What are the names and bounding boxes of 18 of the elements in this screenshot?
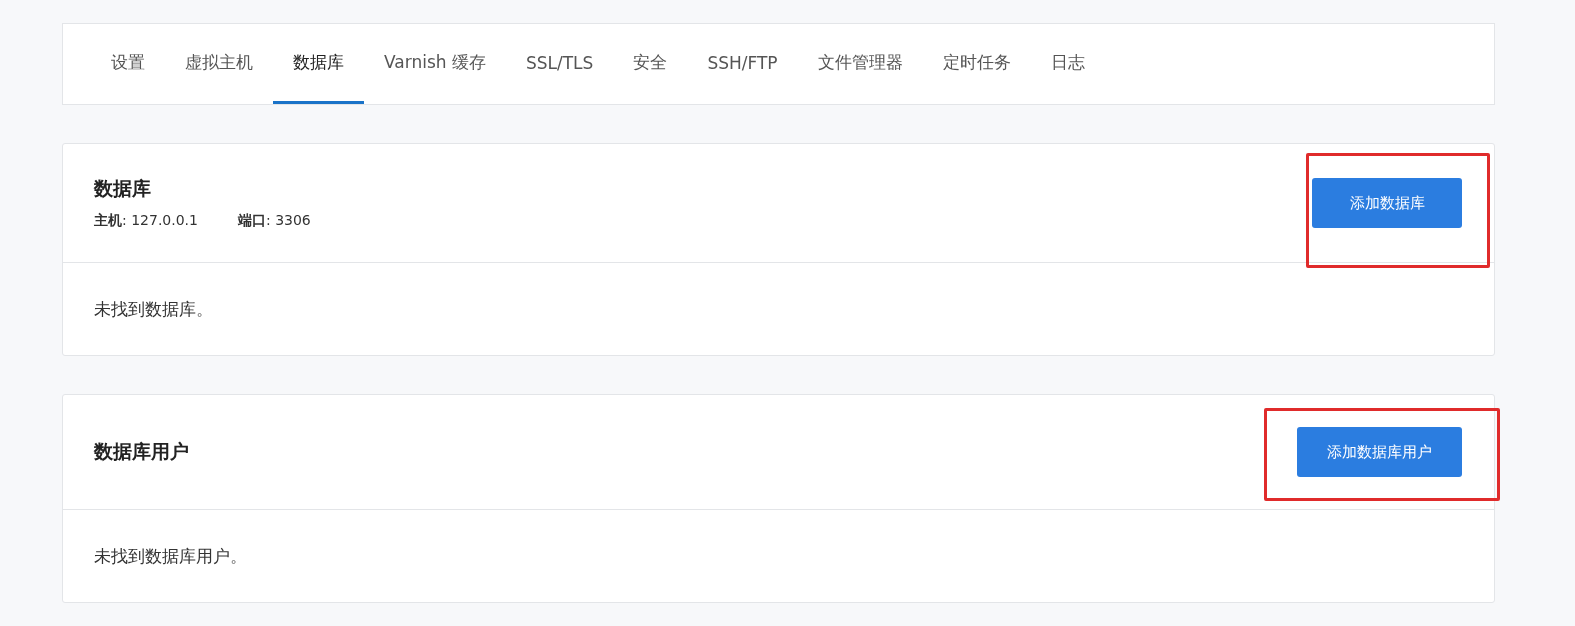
tab[interactable]: 安全 (613, 24, 688, 104)
tab[interactable]: 文件管理器 (797, 24, 923, 104)
empty-message: 未找到数据库。 (94, 297, 213, 321)
section-title: 数据库 (94, 176, 152, 201)
tab[interactable]: SSH/FTP (687, 24, 798, 104)
tab[interactable]: Varnish 缓存 (364, 24, 506, 104)
detail-text: 主机: 127.0.0.1 (94, 212, 198, 230)
tab[interactable]: 虚拟主机 (165, 24, 273, 104)
tab[interactable]: 定时任务 (922, 24, 1031, 104)
tab[interactable]: 数据库 (273, 24, 364, 104)
detail-text: 端口: 3306 (237, 212, 311, 230)
add-button[interactable]: 添加数据库用户 (1297, 427, 1462, 477)
tab[interactable]: 设置 (91, 24, 165, 104)
tab[interactable]: 日志 (1030, 24, 1105, 104)
tab[interactable]: SSL/TLS (505, 24, 614, 104)
section-title: 数据库用户 (94, 439, 189, 464)
empty-message: 未找到数据库用户。 (94, 544, 247, 568)
add-button[interactable]: 添加数据库 (1312, 178, 1462, 228)
